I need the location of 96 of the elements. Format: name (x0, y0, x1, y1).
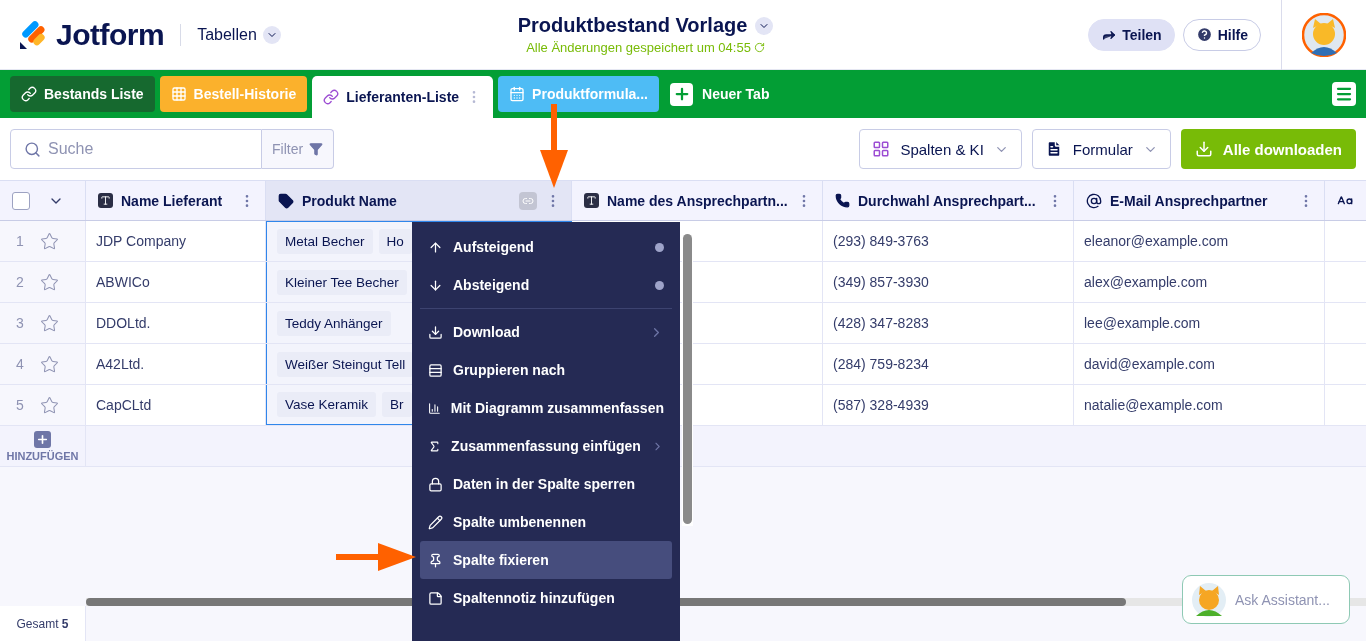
table-cell: lee@example.com (1084, 315, 1201, 331)
grid-icon (170, 86, 187, 102)
product-tag: Weißer Steingut Tell (277, 351, 414, 377)
menu-button[interactable] (1332, 82, 1356, 106)
download-icon (1194, 140, 1213, 158)
menu-item[interactable]: Aufsteigend (420, 228, 672, 266)
share-button[interactable]: Teilen (1088, 18, 1175, 51)
save-status: Alle Änderungen gespeichert um 04:55 (526, 40, 751, 55)
star-icon[interactable] (40, 395, 59, 415)
logo-text: Jotform (56, 17, 165, 52)
pin-icon (428, 552, 443, 568)
column-header[interactable]: Name des Ansprechpartn... (572, 181, 823, 220)
tag-icon (278, 192, 294, 209)
sort-down-icon (428, 277, 443, 293)
columns-ai-button[interactable]: Spalten & KI (859, 129, 1022, 169)
table-cell: (428) 347-8283 (833, 315, 929, 331)
star-icon[interactable] (40, 231, 59, 251)
menu-item[interactable]: Spalte umbenennen (420, 503, 672, 541)
note-icon (428, 590, 443, 606)
download-icon (428, 324, 443, 340)
row-number: 5 (16, 397, 24, 413)
table-cell: JDP Company (96, 233, 186, 249)
select-all-checkbox[interactable] (12, 191, 30, 210)
table-cell: eleanor@example.com (1084, 233, 1229, 249)
table-cell: DDOLtd. (96, 315, 151, 331)
menu-item[interactable]: Gruppieren nach (420, 351, 672, 389)
menu-item[interactable]: Download (420, 313, 672, 351)
table-cell: (349) 857-3930 (833, 274, 929, 290)
menu-item[interactable]: Zusammenfassung einfügen (420, 427, 672, 465)
help-icon (1195, 26, 1213, 43)
chevron-down-icon (262, 25, 281, 44)
menu-item[interactable]: Mit Diagramm zusammenfassen (420, 389, 672, 427)
lock-icon (428, 476, 443, 492)
help-button[interactable]: Hilfe (1182, 18, 1261, 51)
search-icon (24, 141, 41, 158)
plus-icon (670, 82, 693, 106)
table-cell: alex@example.com (1084, 274, 1208, 290)
menu-item[interactable]: Daten in der Spalte sperren (420, 465, 672, 503)
funnel-icon (309, 142, 324, 156)
add-row-button[interactable]: HINZUFÜGEN (0, 426, 86, 466)
menu-icon (1335, 85, 1353, 103)
star-icon[interactable] (40, 272, 59, 292)
row-number: 3 (16, 315, 24, 331)
row-number: 1 (16, 233, 24, 249)
star-icon[interactable] (40, 313, 59, 333)
table-cell: (293) 849-3763 (833, 233, 929, 249)
assistant-avatar (1191, 581, 1227, 618)
plus-icon (34, 430, 51, 448)
app-switcher[interactable]: Tabellen (197, 25, 281, 44)
new-tab-button[interactable]: Neuer Tab (664, 76, 776, 112)
product-tag: Ho (378, 229, 412, 254)
table-cell: david@example.com (1084, 356, 1215, 372)
menu-item[interactable]: Spaltennotiz hinzufügen (420, 579, 672, 617)
product-tag: Br (382, 392, 412, 417)
tab[interactable]: Lieferanten-Liste (312, 76, 494, 118)
bar-chart-icon (428, 400, 441, 416)
grid-icon (872, 140, 891, 158)
total-count: Gesamt 5 (0, 606, 86, 641)
row-number: 2 (16, 274, 24, 290)
logo-icon (18, 19, 48, 50)
document-title: Produktbestand Vorlage (517, 14, 748, 37)
menu-item[interactable]: Spalte fixieren (420, 541, 672, 579)
refresh-icon (753, 42, 765, 53)
star-icon[interactable] (40, 354, 59, 374)
text-type-icon (584, 193, 599, 208)
link-icon (21, 86, 37, 102)
table-cell: ABWICo (96, 274, 150, 290)
calendar-icon (509, 86, 526, 102)
column-header[interactable]: E-Mail Ansprechpartner (1074, 181, 1325, 220)
product-tag: Teddy Anhänger (277, 310, 391, 336)
product-tag: Vase Keramik (277, 392, 377, 417)
pencil-icon (428, 514, 443, 530)
table-cell: A42Ltd. (96, 356, 145, 372)
sort-up-icon (428, 239, 443, 255)
text-type-icon (98, 193, 113, 208)
radio-dot-icon[interactable] (655, 280, 664, 290)
table-cell: (587) 328-4939 (833, 397, 929, 413)
link-icon (323, 89, 340, 105)
search-field[interactable]: Suche (10, 129, 262, 169)
avatar[interactable] (1302, 12, 1346, 57)
group-icon (428, 362, 443, 378)
phone-icon (835, 193, 850, 208)
column-header[interactable]: Durchwahl Ansprechpart... (823, 181, 1074, 220)
form-button[interactable]: Formular (1031, 129, 1171, 169)
product-tag: Kleiner Tee Becher (277, 269, 407, 295)
tab[interactable]: Bestands Liste (10, 76, 155, 112)
menu-item[interactable]: Absteigend (420, 266, 672, 304)
row-number: 4 (16, 356, 24, 372)
scrollbar-thumb[interactable] (683, 234, 692, 524)
radio-dot-icon[interactable] (655, 242, 664, 252)
product-tag: Metal Becher (277, 229, 373, 254)
at-sign-icon (1086, 192, 1102, 209)
table-cell: (284) 759-8234 (833, 356, 929, 372)
table-cell: natalie@example.com (1084, 397, 1223, 413)
column-header[interactable]: Produkt Name (266, 181, 572, 220)
table-cell: CapCLtd (96, 397, 152, 413)
